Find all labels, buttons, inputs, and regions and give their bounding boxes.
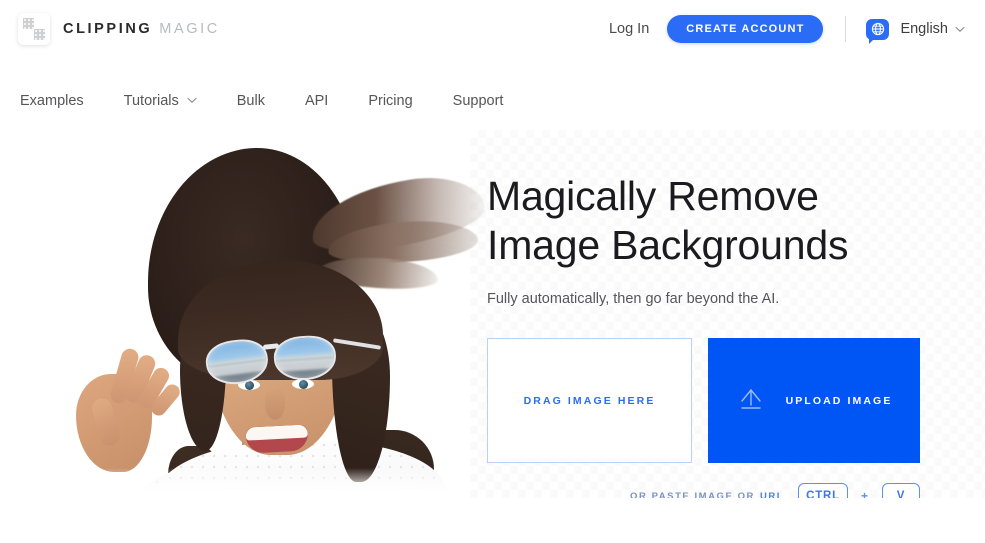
top-bar-divider: [845, 16, 847, 42]
chevron-down-icon: [955, 20, 965, 38]
key-ctrl[interactable]: CTRL: [798, 483, 848, 498]
upload-area: DRAG IMAGE HERE UPLOAD IMAGE: [487, 338, 927, 463]
upload-image-button[interactable]: UPLOAD IMAGE: [708, 338, 920, 463]
nav-item-label: Bulk: [236, 93, 265, 109]
log-in-link[interactable]: Log In: [607, 17, 651, 41]
nav-item-support[interactable]: Support: [453, 93, 504, 109]
hero-section: Magically Remove Image Backgrounds Fully…: [0, 130, 985, 498]
nav-item-label: Support: [452, 93, 504, 109]
drag-image-dropzone[interactable]: DRAG IMAGE HERE: [487, 338, 692, 463]
paste-hint-row: OR PASTE IMAGE OR URL CTRL + V: [487, 483, 920, 498]
key-v[interactable]: V: [882, 483, 920, 498]
sunglasses-icon: [200, 330, 382, 390]
upload-arrow-icon: [736, 384, 766, 417]
headline-line-1: Magically Remove: [487, 173, 819, 219]
paste-hint-text: OR PASTE IMAGE OR: [630, 490, 755, 499]
key-plus-separator: +: [860, 489, 868, 498]
language-label: English: [900, 21, 948, 37]
brand-wordmark: CLIPPING MAGIC: [63, 22, 220, 37]
drag-image-label: DRAG IMAGE HERE: [523, 394, 656, 407]
brand-logo[interactable]: CLIPPING MAGIC: [18, 13, 220, 45]
top-bar: CLIPPING MAGIC Log In CREATE ACCOUNT Engl: [0, 0, 985, 58]
nav-item-api[interactable]: API: [305, 93, 328, 109]
globe-icon: [866, 18, 890, 44]
nav-item-label: API: [304, 93, 329, 109]
nav-item-pricing[interactable]: Pricing: [368, 93, 412, 109]
upload-image-label: UPLOAD IMAGE: [785, 394, 893, 407]
hero-photo: [60, 130, 489, 498]
checkerboard-logo-icon: [18, 13, 50, 45]
headline-line-2: Image Backgrounds: [487, 222, 849, 268]
paste-url-link[interactable]: URL: [760, 491, 784, 499]
brand-name-bold: CLIPPING: [63, 20, 153, 37]
brand-name-light: MAGIC: [159, 20, 220, 37]
main-navigation: Examples Tutorials Bulk API Pricing Supp…: [0, 80, 985, 122]
page-title: Magically Remove Image Backgrounds: [487, 172, 927, 270]
clipping-magic-landing-page: CLIPPING MAGIC Log In CREATE ACCOUNT Engl: [0, 0, 985, 543]
hero-subtitle: Fully automatically, then go far beyond …: [487, 291, 780, 307]
nav-item-label: Pricing: [368, 93, 413, 109]
create-account-button[interactable]: CREATE ACCOUNT: [667, 15, 824, 43]
nav-item-examples[interactable]: Examples: [20, 93, 84, 109]
nav-item-bulk[interactable]: Bulk: [237, 93, 265, 109]
nav-item-label: Examples: [20, 93, 84, 109]
chevron-down-icon: [187, 95, 197, 107]
nav-item-tutorials[interactable]: Tutorials: [124, 93, 197, 109]
language-selector[interactable]: English: [866, 18, 965, 44]
nav-item-label: Tutorials: [123, 93, 179, 109]
top-bar-right: Log In CREATE ACCOUNT English: [607, 15, 965, 44]
hero-content: Magically Remove Image Backgrounds Fully…: [487, 130, 927, 498]
